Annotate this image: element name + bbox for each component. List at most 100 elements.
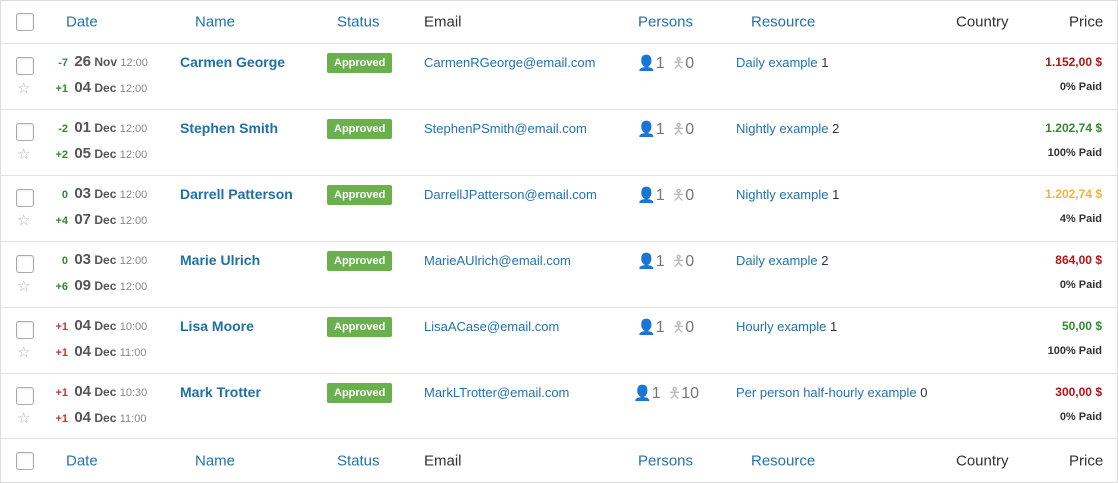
- adults-count: 1: [655, 253, 665, 270]
- customer-name[interactable]: Mark Trotter: [180, 384, 261, 400]
- persons-count: 👤1 🯅0: [637, 185, 694, 210]
- end-day: 07: [74, 211, 92, 228]
- end-month: Dec: [94, 345, 117, 359]
- table-header: Date Name Status Email Persons Resource …: [1, 1, 1117, 44]
- customer-email[interactable]: LisaACase@email.com: [424, 319, 559, 334]
- price-value: 864,00 $: [1055, 253, 1102, 267]
- status-badge: Approved: [327, 251, 393, 271]
- select-all-checkbox-footer[interactable]: [16, 451, 34, 470]
- customer-name[interactable]: Darrell Patterson: [180, 186, 293, 202]
- children-count: 0: [685, 55, 695, 72]
- column-country-footer: Country: [956, 452, 1009, 469]
- persons-count: 👤1 🯅0: [637, 119, 694, 144]
- column-resource[interactable]: Resource: [751, 14, 815, 31]
- end-day: 05: [74, 145, 92, 162]
- resource-count: 1: [832, 187, 840, 202]
- person-icon: 👤: [637, 55, 656, 72]
- children-count: 0: [685, 253, 695, 270]
- start-month: Nov: [94, 55, 118, 69]
- column-persons-footer[interactable]: Persons: [638, 452, 693, 469]
- row-checkbox[interactable]: [16, 57, 34, 75]
- column-name-footer[interactable]: Name: [195, 452, 235, 469]
- end-month: Dec: [94, 81, 117, 95]
- person-icon: 👤: [637, 121, 656, 138]
- customer-email[interactable]: DarrellJPatterson@email.com: [424, 187, 597, 202]
- start-month: Dec: [94, 319, 117, 333]
- customer-name[interactable]: Lisa Moore: [180, 318, 254, 334]
- customer-email[interactable]: StephenPSmith@email.com: [424, 121, 587, 136]
- start-offset: +1: [55, 387, 68, 399]
- star-icon[interactable]: ☆: [17, 80, 33, 96]
- resource-link[interactable]: Per person half-hourly example: [736, 385, 917, 400]
- resource-link[interactable]: Nightly example: [736, 121, 829, 136]
- row-checkbox[interactable]: [16, 123, 34, 141]
- table-row: ☆ -2 01 Dec 12:00 +2 05 Dec 12:00 Stephe…: [1, 110, 1117, 176]
- select-all-checkbox[interactable]: [16, 13, 34, 31]
- start-offset: 0: [61, 189, 68, 201]
- star-icon[interactable]: ☆: [17, 146, 33, 162]
- customer-name[interactable]: Marie Ulrich: [180, 252, 260, 268]
- end-day: 04: [74, 343, 92, 360]
- child-icon: 🯅: [672, 253, 686, 270]
- star-icon[interactable]: ☆: [17, 344, 33, 360]
- resource-count: 1: [829, 319, 838, 334]
- end-date: +1 04 Dec 11:00: [49, 343, 159, 360]
- column-date-footer[interactable]: Date: [66, 452, 98, 469]
- column-price: Price: [1069, 13, 1104, 31]
- column-name[interactable]: Name: [195, 14, 235, 31]
- row-checkbox[interactable]: [16, 255, 34, 273]
- persons-count: 👤1 🯅0: [637, 251, 694, 276]
- start-offset: -2: [58, 123, 68, 135]
- paid-status: 0% Paid: [1059, 279, 1102, 291]
- start-offset: 0: [61, 255, 68, 267]
- resource-link[interactable]: Daily example: [736, 253, 818, 268]
- persons-count: 👤1 🯅0: [637, 53, 694, 78]
- star-icon[interactable]: ☆: [17, 410, 33, 426]
- customer-name[interactable]: Stephen Smith: [180, 120, 278, 136]
- end-date: +1 04 Dec 12:00: [49, 79, 159, 96]
- row-checkbox[interactable]: [16, 189, 34, 207]
- start-day: 04: [74, 383, 92, 400]
- end-time: 11:00: [119, 347, 147, 359]
- column-country: Country: [956, 13, 1009, 31]
- status-badge: Approved: [327, 53, 393, 73]
- start-time: 12:00: [119, 189, 148, 201]
- end-month: Dec: [94, 279, 117, 293]
- child-icon: 🯅: [668, 385, 682, 402]
- end-offset: +1: [55, 347, 68, 359]
- customer-email[interactable]: MarkLTrotter@email.com: [424, 385, 569, 400]
- table-row: ☆ +1 04 Dec 10:30 +1 04 Dec 11:00 Mark T…: [1, 374, 1117, 440]
- star-icon[interactable]: ☆: [17, 212, 33, 228]
- person-icon: 👤: [637, 319, 656, 336]
- end-time: 12:00: [119, 215, 148, 227]
- child-icon: 🯅: [672, 121, 686, 138]
- customer-email[interactable]: CarmenRGeorge@email.com: [424, 55, 595, 70]
- column-resource-footer[interactable]: Resource: [751, 452, 815, 469]
- star-icon[interactable]: ☆: [17, 278, 33, 294]
- resource-count: 1: [821, 55, 829, 70]
- start-date: -7 26 Nov 12:00: [49, 53, 159, 70]
- column-email-footer: Email: [424, 452, 462, 469]
- column-status-footer[interactable]: Status: [337, 452, 380, 469]
- resource-link[interactable]: Hourly example: [736, 319, 826, 334]
- column-persons[interactable]: Persons: [638, 14, 693, 31]
- price-value: 1.152,00 $: [1045, 55, 1102, 69]
- row-checkbox[interactable]: [16, 321, 34, 339]
- column-status[interactable]: Status: [337, 14, 380, 31]
- end-month: Dec: [94, 147, 117, 161]
- resource-link[interactable]: Daily example: [736, 55, 818, 70]
- adults-count: 1: [655, 121, 665, 138]
- customer-name[interactable]: Carmen George: [180, 54, 285, 70]
- start-month: Dec: [94, 385, 117, 399]
- price-value: 300,00 $: [1055, 385, 1102, 399]
- start-date: +1 04 Dec 10:00: [49, 317, 159, 334]
- resource-count: 0: [920, 385, 928, 400]
- start-day: 03: [74, 185, 92, 202]
- column-email: Email: [424, 13, 462, 31]
- row-checkbox[interactable]: [16, 387, 34, 405]
- paid-status: 100% Paid: [1047, 345, 1102, 357]
- customer-email[interactable]: MarieAUlrich@email.com: [424, 253, 571, 268]
- column-date[interactable]: Date: [66, 14, 98, 31]
- resource-link[interactable]: Nightly example: [736, 187, 829, 202]
- end-date: +1 04 Dec 11:00: [49, 409, 159, 426]
